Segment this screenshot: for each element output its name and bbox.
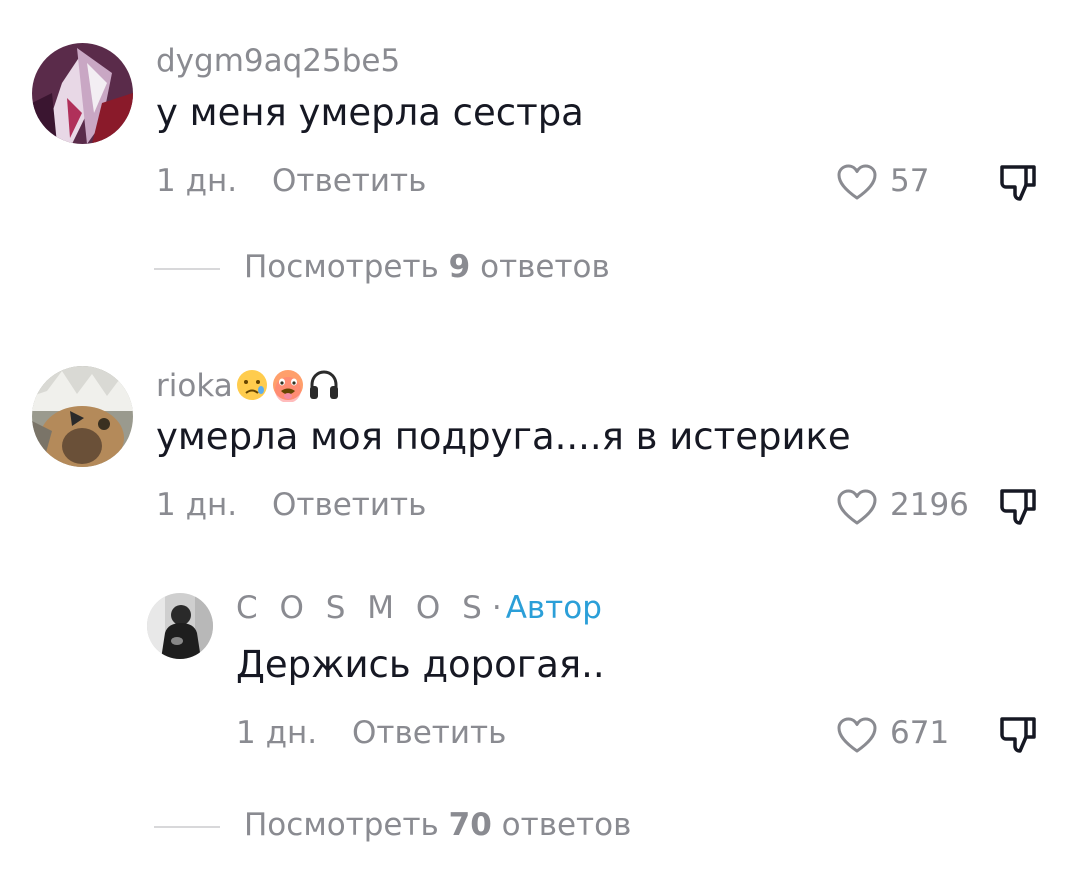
avatar[interactable]	[32, 366, 133, 467]
reply-button[interactable]: Ответить	[352, 718, 506, 749]
comment-username[interactable]: rioka	[156, 368, 341, 408]
dislike-icon[interactable]	[998, 485, 1042, 533]
reply-button[interactable]: Ответить	[272, 166, 426, 197]
like-heart-icon[interactable]	[836, 163, 878, 205]
avatar-image	[32, 366, 133, 467]
reply-username-line: C O S M O S · Автор	[236, 593, 602, 624]
reply-username[interactable]: C O S M O S	[236, 590, 488, 626]
view-replies-count: 9	[448, 249, 471, 285]
avatar-image	[147, 593, 213, 659]
username-separator: ·	[491, 590, 502, 626]
like-count: 57	[890, 163, 930, 199]
comment-text: умерла моя подруга....я в истерике	[156, 415, 851, 458]
view-replies-prefix: Посмотреть	[244, 807, 439, 843]
replies-divider	[154, 826, 220, 828]
like-count: 671	[890, 715, 950, 751]
comment-username[interactable]: dygm9aq25be5	[156, 46, 400, 77]
reply-text: Держись дорогая..	[236, 643, 605, 686]
dislike-icon[interactable]	[998, 161, 1042, 209]
hot-face-emoji-icon	[271, 368, 305, 408]
like-heart-icon[interactable]	[836, 716, 878, 758]
view-replies-suffix: ответов	[501, 807, 632, 843]
avatar-image	[32, 43, 133, 144]
comment-username-text: rioka	[156, 368, 233, 404]
view-replies-button[interactable]: Посмотреть 9 ответов	[244, 252, 610, 283]
slightly-frowning-emoji-icon	[235, 368, 269, 408]
replies-divider	[154, 268, 220, 270]
headphones-icon	[307, 368, 341, 408]
avatar[interactable]	[147, 593, 213, 659]
reply-timestamp: 1 дн.	[236, 715, 318, 751]
avatar[interactable]	[32, 43, 133, 144]
comment-text: у меня умерла сестра	[156, 91, 584, 134]
dislike-icon[interactable]	[998, 713, 1042, 761]
reply-button[interactable]: Ответить	[272, 490, 426, 521]
comment-timestamp: 1 дн.	[156, 487, 238, 523]
view-replies-prefix: Посмотреть	[244, 249, 439, 285]
like-heart-icon[interactable]	[836, 488, 878, 530]
view-replies-count: 70	[448, 807, 492, 843]
comment-timestamp: 1 дн.	[156, 163, 238, 199]
view-replies-suffix: ответов	[480, 249, 610, 285]
author-badge: Автор	[505, 590, 602, 626]
like-count: 2196	[890, 487, 969, 523]
view-replies-button[interactable]: Посмотреть 70 ответов	[244, 810, 631, 841]
